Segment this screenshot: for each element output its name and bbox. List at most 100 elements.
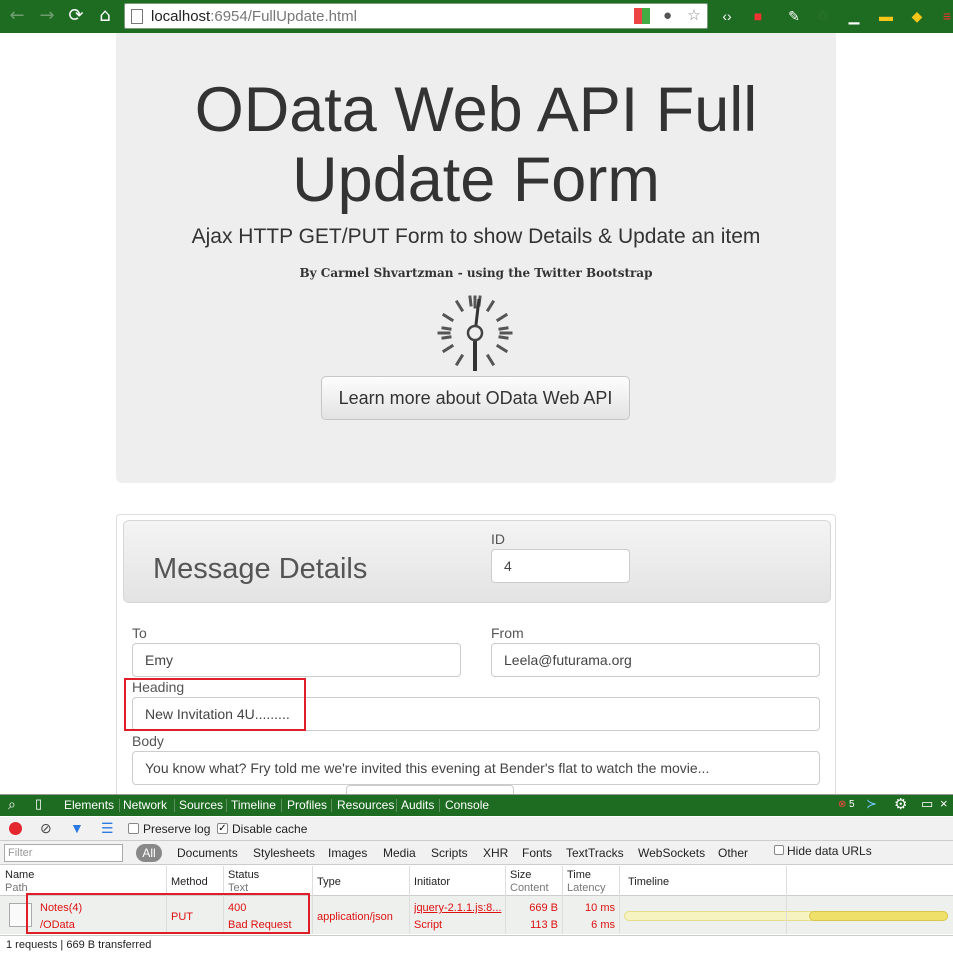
- request-size: 669 B: [529, 902, 558, 914]
- device-mode-icon[interactable]: ▯: [35, 796, 42, 812]
- request-summary: 1 requests | 669 B transferred: [6, 939, 152, 951]
- col-latency[interactable]: Latency: [567, 882, 606, 894]
- reload-icon[interactable]: ⟳: [65, 5, 87, 27]
- network-toolbar: ⊘ ▼ ☰ Preserve log ✓ Disable cache: [0, 817, 953, 841]
- filter-websockets[interactable]: WebSockets: [638, 846, 705, 860]
- tab-timeline[interactable]: Timeline: [231, 798, 276, 812]
- list-view-icon[interactable]: ☰: [101, 820, 114, 837]
- highlight-heading-box: [124, 678, 306, 731]
- hide-data-urls-checkbox[interactable]: [774, 845, 784, 855]
- col-content[interactable]: Content: [510, 882, 549, 894]
- back-icon[interactable]: ←: [6, 5, 28, 27]
- request-content-size: 113 B: [530, 919, 558, 931]
- filter-all[interactable]: All: [136, 844, 162, 862]
- close-devtools-icon[interactable]: ×: [940, 796, 948, 811]
- col-method[interactable]: Method: [171, 876, 208, 888]
- code-icon[interactable]: ‹›: [717, 6, 737, 26]
- disable-cache-checkbox[interactable]: ✓: [217, 823, 228, 834]
- filter-funnel-icon[interactable]: ▼: [70, 820, 84, 836]
- col-initiator[interactable]: Initiator: [414, 876, 450, 888]
- request-type: application/json: [317, 911, 393, 923]
- body-label: Body: [132, 733, 164, 749]
- tab-audits[interactable]: Audits: [401, 798, 434, 812]
- url-text: localhost:6954/FullUpdate.html: [151, 8, 357, 25]
- inspect-icon[interactable]: ⌕: [8, 796, 16, 813]
- dock-icon[interactable]: ▭: [921, 796, 933, 812]
- tab-network[interactable]: Network: [123, 798, 167, 812]
- tab-resources[interactable]: Resources: [337, 798, 394, 812]
- panel-header: Message Details: [123, 520, 831, 603]
- ruler-icon[interactable]: ▬: [876, 6, 896, 26]
- col-type[interactable]: Type: [317, 876, 341, 888]
- clock-icon: [437, 295, 513, 371]
- record-icon[interactable]: [9, 822, 22, 835]
- request-time: 10 ms: [585, 902, 615, 914]
- address-bar[interactable]: localhost:6954/FullUpdate.html ● ☆: [124, 3, 708, 29]
- pdf-icon[interactable]: ■: [748, 6, 768, 26]
- col-time[interactable]: Time: [567, 869, 591, 881]
- panel-title: Message Details: [153, 553, 368, 585]
- eyedropper-icon[interactable]: ✎: [784, 6, 804, 26]
- filter-xhr[interactable]: XHR: [483, 846, 508, 860]
- preserve-log-checkbox[interactable]: [128, 823, 139, 834]
- filter-documents[interactable]: Documents: [177, 846, 238, 860]
- id-field[interactable]: 4: [491, 549, 630, 583]
- home-icon[interactable]: ⌂: [94, 5, 116, 27]
- disable-cache-label: Disable cache: [232, 822, 308, 836]
- tab-profiles[interactable]: Profiles: [287, 798, 327, 812]
- page-title: OData Web API Full Update Form: [194, 75, 758, 215]
- filter-input[interactable]: Filter: [4, 844, 123, 862]
- tab-elements[interactable]: Elements: [64, 798, 114, 812]
- to-label: To: [132, 625, 147, 641]
- bookmark-star-icon[interactable]: ☆: [685, 7, 703, 25]
- tab-console[interactable]: Console: [445, 798, 489, 812]
- filter-media[interactable]: Media: [383, 846, 416, 860]
- page-subtitle: Ajax HTTP GET/PUT Form to show Details &…: [191, 225, 761, 248]
- network-filterbar: Filter All Documents Stylesheets Images …: [0, 841, 953, 865]
- col-size[interactable]: Size: [510, 869, 531, 881]
- preserve-log-label: Preserve log: [143, 822, 211, 836]
- menu-icon[interactable]: ≡: [937, 6, 953, 26]
- jumbotron: OData Web API Full Update Form Ajax HTTP…: [116, 33, 836, 483]
- filter-scripts[interactable]: Scripts: [431, 846, 468, 860]
- filter-texttracks[interactable]: TextTracks: [566, 846, 624, 860]
- to-field[interactable]: Emy: [132, 643, 461, 677]
- forward-icon[interactable]: →: [36, 5, 58, 27]
- hide-data-urls-label: Hide data URLs: [787, 844, 872, 858]
- id-label: ID: [491, 531, 505, 547]
- error-icon[interactable]: ⊗: [838, 799, 846, 810]
- devtools-tabbar: ⌕ ▯ Elements Network Sources Timeline Pr…: [0, 795, 953, 816]
- console-drawer-icon[interactable]: ≻: [866, 796, 877, 812]
- network-grid-header: Name Path Method Status Text Type Initia…: [0, 866, 953, 896]
- col-timeline[interactable]: Timeline: [628, 876, 669, 888]
- highlight-request-box: [26, 893, 310, 934]
- col-path[interactable]: Path: [5, 882, 28, 894]
- network-summary-bar: 1 requests | 669 B transferred: [0, 935, 953, 953]
- filter-fonts[interactable]: Fonts: [522, 846, 552, 860]
- browser-toolbar: ← → ⟳ ⌂ localhost:6954/FullUpdate.html ●…: [0, 0, 953, 33]
- filter-other[interactable]: Other: [718, 846, 748, 860]
- tab-sources[interactable]: Sources: [179, 798, 223, 812]
- request-latency: 6 ms: [591, 919, 615, 931]
- from-label: From: [491, 625, 524, 641]
- timeline-bar-receiving: [809, 911, 948, 921]
- page-icon: [131, 9, 143, 24]
- translate-icon[interactable]: ◆: [907, 6, 927, 26]
- extension-grid-icon[interactable]: [634, 8, 651, 24]
- col-status[interactable]: Status: [228, 869, 259, 881]
- filter-images[interactable]: Images: [328, 846, 367, 860]
- learn-more-button[interactable]: Learn more about OData Web API: [321, 376, 630, 420]
- scale-icon[interactable]: ▁: [844, 6, 864, 26]
- recycle-icon[interactable]: ♲: [813, 6, 833, 26]
- request-initiator-link[interactable]: jquery-2.1.1.js:8...: [414, 902, 502, 914]
- body-field[interactable]: You know what? Fry told me we're invited…: [132, 751, 820, 785]
- request-initiator-type: Script: [414, 919, 443, 931]
- lightbulb-icon[interactable]: ●: [659, 7, 677, 25]
- from-field[interactable]: Leela@futurama.org: [491, 643, 820, 677]
- settings-gear-icon[interactable]: ⚙: [894, 795, 907, 813]
- devtools-panel: ⌕ ▯ Elements Network Sources Timeline Pr…: [0, 794, 953, 962]
- author-line: By Carmel Shvartzman - using the Twitter…: [299, 266, 653, 280]
- col-name[interactable]: Name: [5, 869, 34, 881]
- clear-icon[interactable]: ⊘: [40, 820, 52, 837]
- filter-stylesheets[interactable]: Stylesheets: [253, 846, 315, 860]
